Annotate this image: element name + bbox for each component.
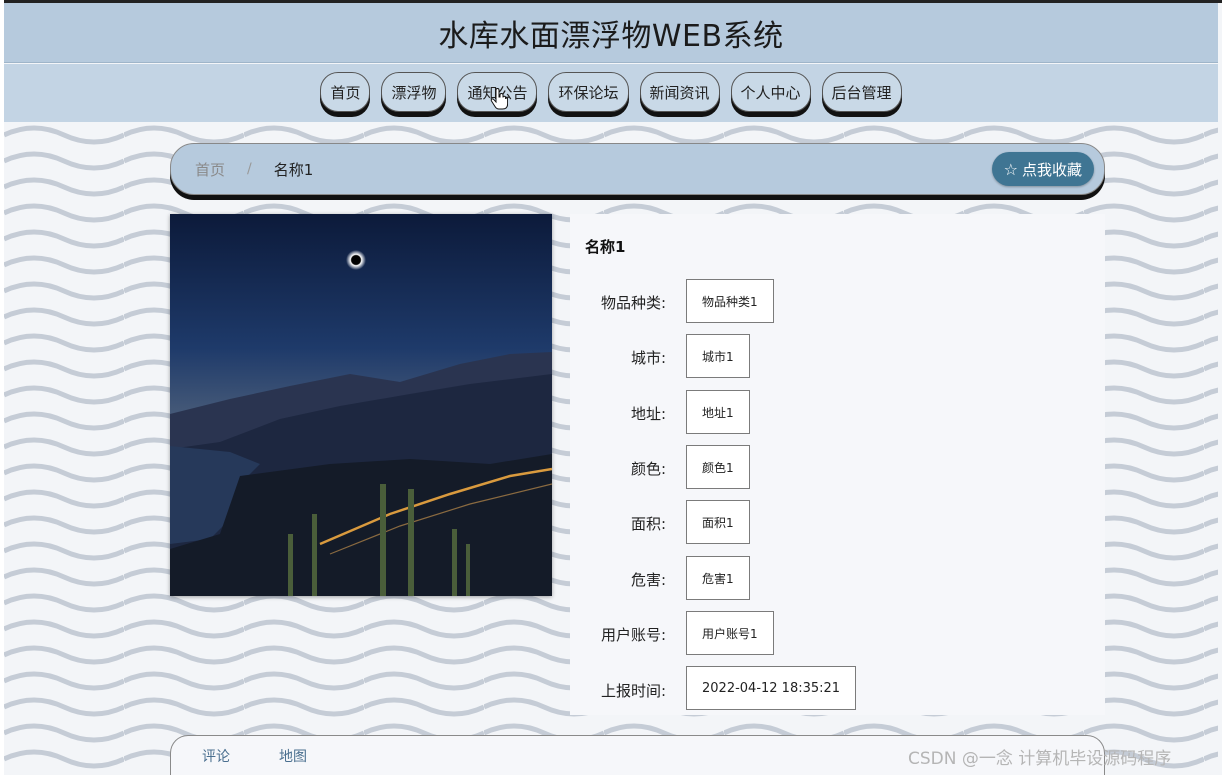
field-label-category: 物品种类: [600,294,666,312]
field-value-hazard: 危害1 [686,556,750,600]
field-label-report-time: 上报时间: [600,682,666,700]
nav-profile-label: 个人中心 [740,83,801,102]
nav-floaters[interactable]: 漂浮物 [381,72,447,112]
field-label-user-account: 用户账号: [600,626,666,644]
field-value-city: 城市1 [686,334,750,378]
nav-home-label: 首页 [330,83,361,102]
breadcrumb-current: 名称1 [273,160,314,179]
favorite-label: 点我收藏 [1021,160,1082,179]
nav-news-label: 新闻资讯 [649,83,710,102]
nav-news[interactable]: 新闻资讯 [639,72,720,112]
field-label-address: 地址: [630,405,666,423]
breadcrumb-separator: / [247,161,252,177]
nav-home[interactable]: 首页 [320,72,371,112]
tab-comments[interactable]: 评论 [202,746,230,766]
breadcrumb: 首页 / 名称1 ☆ 点我收藏 [170,143,1105,195]
tab-map[interactable]: 地图 [279,746,307,766]
hand-cursor-icon [491,88,509,110]
field-value-address: 地址1 [686,390,750,434]
field-value-category: 物品种类1 [686,279,774,323]
nav-admin[interactable]: 后台管理 [821,72,902,112]
nav-forum[interactable]: 环保论坛 [548,72,629,112]
field-value-color: 颜色1 [686,445,750,489]
nav-admin-label: 后台管理 [831,83,892,102]
field-label-area: 面积: [630,515,666,533]
field-label-hazard: 危害: [630,571,666,589]
nav-floaters-label: 漂浮物 [391,83,437,102]
site-header: 水库水面漂浮物WEB系统 [4,3,1218,63]
field-label-color: 颜色: [630,460,666,478]
watermark: CSDN @一念 计算机毕设源码程序 [908,749,1172,769]
main-nav: 首页 漂浮物 通知公告 环保论坛 新闻资讯 个人中心 后台管理 [4,64,1218,122]
field-value-user-account: 用户账号1 [686,611,774,655]
favorite-button[interactable]: ☆ 点我收藏 [991,152,1094,186]
nav-profile[interactable]: 个人中心 [730,72,811,112]
field-value-report-time: 2022-04-12 18:35:21 [686,666,857,710]
field-value-area: 面积1 [686,500,750,544]
nav-forum-label: 环保论坛 [558,83,619,102]
field-label-city: 城市: [630,349,666,367]
nav-notices[interactable]: 通知公告 [457,72,538,112]
site-title: 水库水面漂浮物WEB系统 [438,18,784,54]
star-outline-icon: ☆ [1003,159,1018,179]
item-title: 名称1 [585,238,626,256]
item-photo [170,214,552,596]
breadcrumb-home[interactable]: 首页 [195,159,225,180]
